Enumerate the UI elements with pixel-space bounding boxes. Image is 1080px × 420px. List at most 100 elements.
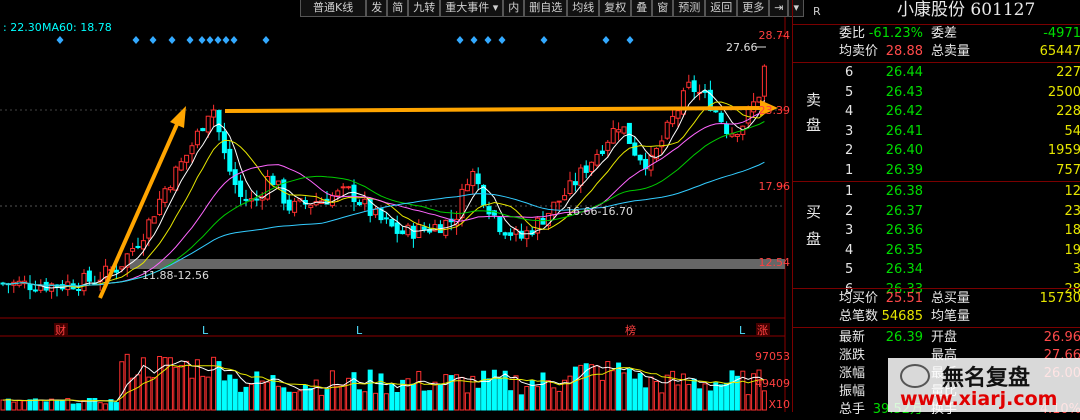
marker-zhang: 涨: [757, 324, 768, 337]
candle-body: [227, 148, 233, 172]
sell-price: 26.44: [885, 65, 923, 80]
volume-bar: [572, 366, 578, 411]
volume-bar: [216, 361, 222, 411]
toolbar-nei[interactable]: 内: [503, 0, 525, 17]
volume-bar: [437, 384, 443, 411]
volume-bar: [697, 388, 703, 411]
candle-body: [734, 134, 740, 137]
stat-label: 涨幅: [839, 366, 866, 381]
toolbar-jian[interactable]: 简: [387, 0, 409, 17]
marker-cai: 财: [55, 323, 66, 337]
sell-level-row: 3 26.41 54: [793, 122, 1080, 142]
volume-bar: [378, 373, 384, 411]
toolbar-more[interactable]: 更多: [737, 0, 770, 17]
volume-bar: [43, 401, 49, 411]
toolbar-remove-watchlist[interactable]: 删自选: [524, 0, 568, 17]
volume-bar: [254, 371, 260, 411]
volume-bar: [616, 362, 622, 411]
marker-l-1: L: [202, 324, 209, 337]
candle-body: [497, 217, 503, 233]
sell-level-row: 1 26.39 757: [793, 161, 1080, 181]
sell-level: 4: [845, 104, 854, 119]
stat-value: 26.39: [885, 330, 923, 345]
candle-body: [151, 216, 157, 224]
volume-label-2: 49409: [755, 377, 790, 390]
toolbar-major-events[interactable]: 重大事件 ▾: [440, 0, 504, 17]
buy-level: 4: [845, 242, 854, 258]
marker-bang: 榜: [625, 323, 636, 337]
volume-bar: [497, 377, 503, 411]
candle-body: [599, 150, 605, 155]
toolbar-forecast[interactable]: 预测: [673, 0, 706, 17]
candle-body: [464, 184, 470, 192]
candle-body: [616, 129, 622, 133]
buy-level-row: 4 26.35 19: [793, 241, 1080, 261]
buy-level: 3: [845, 223, 854, 238]
buy-volume: 23: [1064, 203, 1080, 219]
stat-row: 最新 26.39 开盘 26.96: [793, 328, 1080, 348]
candle-body: [686, 81, 692, 88]
candle-body: [270, 175, 276, 186]
volume-bar: [540, 372, 546, 411]
buy-volume: 19: [1064, 242, 1080, 258]
candle-body: [389, 219, 395, 227]
candle-body: [32, 289, 38, 292]
candle-body: [540, 218, 546, 225]
toolbar-ma[interactable]: 均线: [567, 0, 600, 17]
candle-body: [194, 130, 200, 146]
candle-body: [221, 131, 227, 154]
volume-bar: [518, 394, 524, 411]
pin-icon[interactable]: ⇥: [769, 0, 789, 17]
range-low-label: 11.88-12.56: [142, 269, 209, 282]
candle-body: [578, 167, 584, 186]
candle-body: [362, 198, 368, 205]
toolbar-kline-type[interactable]: 普通K线: [300, 0, 367, 17]
volume-bar: [70, 403, 76, 411]
buy-level-row: 2 26.37 23: [793, 202, 1080, 222]
marker-l-2: L: [356, 324, 363, 337]
candle-body: [86, 270, 92, 282]
chevron-down-icon: ▾: [492, 1, 499, 14]
volume-bar: [286, 391, 292, 411]
candle-body: [556, 200, 562, 203]
volume-bar: [734, 375, 740, 411]
stat-label: 最新: [839, 330, 866, 345]
candle-body: [146, 219, 152, 239]
volume-bar: [486, 378, 492, 411]
candle-body: [189, 145, 195, 155]
candle-body: [351, 184, 357, 203]
weibi-value: -61.23%: [868, 26, 923, 41]
toolbar-major-events-label: 重大事件: [445, 1, 490, 14]
toolbar-window[interactable]: 窗: [652, 0, 674, 17]
candle-body: [216, 110, 222, 133]
candle-body: [626, 122, 632, 144]
watermark: 無名复盘 www.xiarj.com: [888, 358, 1080, 412]
toolbar-back[interactable]: 返回: [705, 0, 738, 17]
toolbar-overlay[interactable]: 叠: [631, 0, 653, 17]
volume-bar: [76, 403, 82, 411]
toolbar-jiuzhuan[interactable]: 九转: [408, 0, 441, 17]
volume-bar: [729, 370, 735, 411]
stat-label: 涨跌: [839, 348, 866, 363]
sell-level-row: 2 26.40 1959: [793, 141, 1080, 161]
sell-volume: 2500: [1047, 84, 1080, 100]
volume-bar: [508, 390, 514, 411]
buy-level: 2: [845, 203, 854, 219]
sell-level-row: 5 26.43 2500: [793, 83, 1080, 103]
total-sell-value: 65447: [1039, 44, 1080, 59]
stock-title: 小康股份 601127: [897, 0, 1036, 20]
sell-price: 26.39: [885, 162, 923, 178]
candle-body: [81, 272, 87, 292]
toolbar-fuquan[interactable]: 复权: [599, 0, 632, 17]
sell-level: 3: [845, 123, 854, 139]
candle-body: [76, 288, 82, 291]
volume-bar: [691, 378, 697, 411]
marker-l-3: L: [739, 324, 746, 337]
avg-buy-value: 25.51: [885, 291, 923, 306]
price-label-1: 28.74: [759, 29, 791, 42]
candle-body: [524, 230, 530, 240]
volume-bar: [367, 369, 373, 411]
kline-chart[interactable]: : 22.30 MA60: 18.78 28.74 23.39 17.96 12…: [0, 0, 790, 412]
candle-body: [211, 109, 217, 118]
toolbar-fa[interactable]: 发: [366, 0, 388, 17]
